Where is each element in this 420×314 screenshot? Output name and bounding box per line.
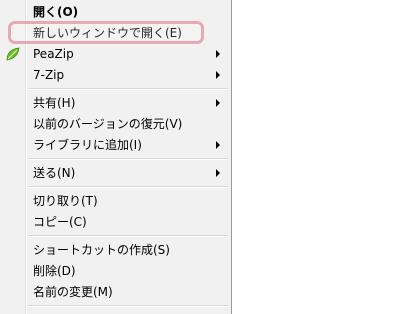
menu-separator (28, 186, 228, 188)
menu-item-label: 送る(N) (33, 166, 76, 180)
menu-separator (28, 235, 228, 237)
menu-item-label: 7-Zip (33, 68, 65, 82)
menu-item-label: 名前の変更(M) (33, 285, 113, 299)
menu-item-label: 開く(O) (33, 5, 79, 19)
menu-item-label: PeaZip (33, 47, 74, 61)
menu-item-delete[interactable]: 削除(D) (0, 261, 231, 281)
menu-item-7zip[interactable]: 7-Zip (0, 65, 231, 85)
annotation-highlight-box (8, 21, 204, 44)
submenu-arrow-icon (216, 99, 220, 107)
menu-item-restore-previous-versions[interactable]: 以前のバージョンの復元(V) (0, 114, 231, 134)
menu-item-label: 以前のバージョンの復元(V) (33, 117, 183, 131)
submenu-arrow-icon (216, 169, 220, 177)
submenu-arrow-icon (216, 71, 220, 79)
menu-item-peazip[interactable]: PeaZip (0, 44, 231, 64)
menu-item-include-in-library[interactable]: ライブラリに追加(I) (0, 135, 231, 155)
submenu-arrow-icon (216, 141, 220, 149)
context-menu: 開く(O) 新しいウィンドウで開く(E) PeaZip 7-Zip 共有(H) … (0, 0, 232, 314)
menu-item-create-shortcut[interactable]: ショートカットの作成(S) (0, 240, 231, 260)
submenu-arrow-icon (216, 50, 220, 58)
menu-separator (28, 305, 228, 307)
peazip-leaf-icon (6, 47, 20, 61)
menu-item-share[interactable]: 共有(H) (0, 93, 231, 113)
menu-item-open[interactable]: 開く(O) (0, 2, 231, 22)
menu-separator (28, 88, 228, 90)
menu-item-send-to[interactable]: 送る(N) (0, 163, 231, 183)
menu-item-label: 切り取り(T) (33, 194, 98, 208)
menu-item-label: ライブラリに追加(I) (33, 138, 142, 152)
menu-item-label: ショートカットの作成(S) (33, 243, 170, 257)
menu-item-copy[interactable]: コピー(C) (0, 212, 231, 232)
menu-item-rename[interactable]: 名前の変更(M) (0, 282, 231, 302)
menu-item-label: 削除(D) (33, 264, 76, 278)
menu-separator (28, 158, 228, 160)
menu-item-label: 共有(H) (33, 96, 76, 110)
menu-item-cut[interactable]: 切り取り(T) (0, 191, 231, 211)
menu-item-label: コピー(C) (33, 215, 87, 229)
